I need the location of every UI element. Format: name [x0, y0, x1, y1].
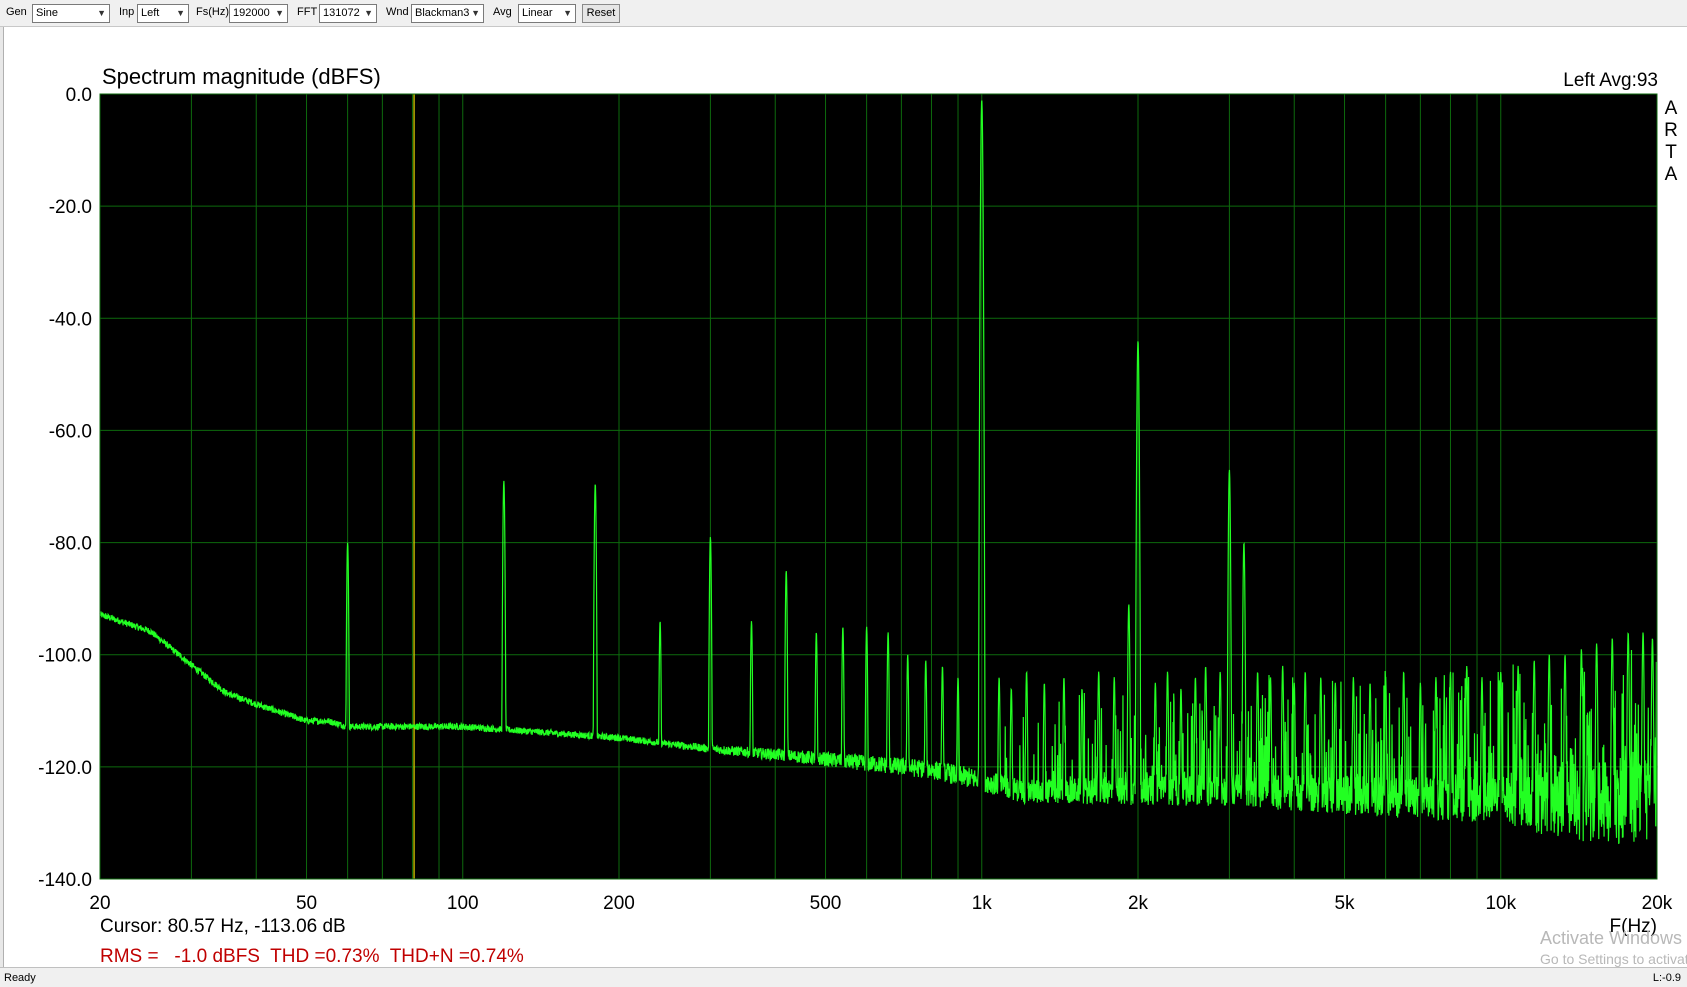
fs-label: Fs(Hz) [196, 6, 229, 18]
inp-select-value: Left [141, 7, 160, 19]
wnd-label: Wnd [386, 6, 409, 18]
chart-title: Spectrum magnitude (dBFS) [102, 64, 381, 89]
reset-button[interactable]: Reset [582, 4, 620, 23]
y-tick-label: -100.0 [38, 646, 92, 667]
gen-select-value: Sine [36, 7, 59, 19]
side-letter: R [1664, 120, 1678, 141]
y-tick-label: -40.0 [49, 309, 92, 330]
cursor-readout: Cursor: 80.57 Hz, -113.06 dB [100, 916, 346, 937]
inp-label: Inp [119, 6, 135, 18]
side-letter: A [1665, 98, 1678, 119]
side-letter: A [1665, 164, 1678, 185]
fs-select[interactable]: 192000 ▼ [229, 4, 288, 23]
gen-select[interactable]: Sine ▼ [32, 4, 110, 23]
y-tick-label: -140.0 [38, 870, 92, 891]
x-tick-label: 2k [1128, 893, 1149, 914]
spectrum-chart[interactable]: Spectrum magnitude (dBFS) Left Avg:93 AR… [0, 27, 1687, 967]
rms-thd-readout: RMS = -1.0 dBFS THD =0.73% THD+N =0.74% [100, 946, 524, 967]
avg-select-value: Linear [522, 7, 553, 19]
chevron-down-icon: ▼ [176, 8, 185, 18]
x-tick-label: 5k [1334, 893, 1355, 914]
y-tick-label: 0.0 [66, 85, 92, 106]
wnd-select[interactable]: Blackman3 ▼ [411, 4, 484, 23]
wnd-select-value: Blackman3 [415, 7, 470, 19]
chevron-down-icon: ▼ [563, 8, 572, 18]
x-tick-label: 500 [810, 893, 842, 914]
fft-label: FFT [297, 6, 318, 18]
y-axis-tick-labels: 0.0 -20.0 -40.0 -60.0 -80.0 -100.0 -120.0 -140.… [38, 85, 92, 891]
inp-select[interactable]: Left ▼ [137, 4, 189, 23]
status-bar: Ready L:-0.9 [0, 967, 1687, 987]
y-tick-label: -80.0 [49, 534, 92, 555]
x-tick-label: 1k [972, 893, 993, 914]
x-axis-tick-labels: 20 50 100 200 500 1k 2k 5k 10k 20k [89, 893, 1672, 914]
channel-avg-label: Left Avg:93 [1563, 70, 1658, 91]
chevron-down-icon: ▼ [275, 8, 284, 18]
x-tick-label: 10k [1485, 893, 1516, 914]
arta-side-label: ARTA [1664, 98, 1678, 185]
level-readout: L:-0.9 [1652, 972, 1681, 984]
side-letter: T [1665, 142, 1677, 163]
x-tick-label: 20k [1642, 893, 1673, 914]
x-tick-label: 100 [447, 893, 479, 914]
status-text: Ready [4, 972, 36, 984]
chevron-down-icon: ▼ [364, 8, 373, 18]
chevron-down-icon: ▼ [471, 8, 480, 18]
chevron-down-icon: ▼ [97, 8, 106, 18]
y-tick-label: -120.0 [38, 758, 92, 779]
avg-label: Avg [493, 6, 512, 18]
gen-label: Gen [6, 6, 27, 18]
x-axis-label: F(Hz) [1610, 916, 1657, 937]
avg-select[interactable]: Linear ▼ [518, 4, 576, 23]
fft-select[interactable]: 131072 ▼ [319, 4, 377, 23]
fs-select-value: 192000 [233, 7, 270, 19]
chart-area: Spectrum magnitude (dBFS) Left Avg:93 AR… [0, 27, 1687, 967]
toolbar: Gen Sine ▼ Inp Left ▼ Fs(Hz) 192000 ▼ FF… [0, 0, 1687, 27]
y-tick-label: -20.0 [49, 197, 92, 218]
fft-select-value: 131072 [323, 7, 360, 19]
x-tick-label: 20 [89, 893, 110, 914]
y-tick-label: -60.0 [49, 421, 92, 442]
x-tick-label: 50 [296, 893, 317, 914]
x-tick-label: 200 [603, 893, 635, 914]
